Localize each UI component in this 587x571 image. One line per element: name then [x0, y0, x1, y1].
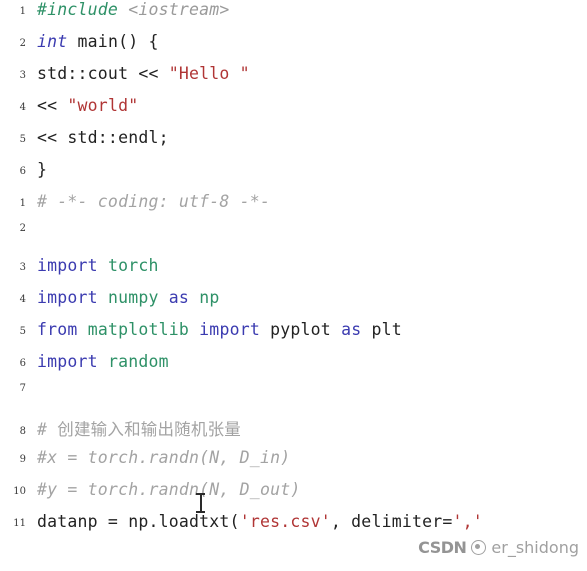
code-token: ','	[452, 512, 483, 531]
line-number: 4	[19, 102, 26, 113]
code-token: random	[107, 352, 169, 371]
line-number: 6	[19, 358, 26, 369]
line-number: 8	[19, 426, 26, 437]
code-token: }	[37, 160, 48, 179]
code-text: #include <iostream>	[37, 0, 230, 19]
code-line: 1 # -*- coding: utf-8 -*-	[0, 192, 587, 224]
code-line: 6}	[0, 160, 587, 192]
code-token: <<	[37, 96, 68, 115]
code-token: pyplot	[259, 320, 342, 339]
code-token: #include	[37, 0, 129, 19]
code-token: torch	[107, 256, 159, 275]
code-token: import	[37, 256, 98, 275]
code-text: #x = torch.randn(N, D_in)	[37, 448, 290, 467]
code-token: as	[341, 320, 362, 339]
code-line: 3 import torch	[0, 256, 587, 288]
code-listing-page: 1 #include <iostream>2 int main() {3 std::c…	[0, 0, 587, 571]
code-line: 11 datanp = np.loadtxt('res.csv', delimit…	[0, 512, 587, 544]
python-code-listing: 1 # -*- coding: utf-8 -*- 2 3 import torch 4 i…	[0, 192, 587, 544]
line-number: 2	[19, 223, 26, 234]
code-text: # -*- coding: utf-8 -*-	[37, 192, 270, 211]
cpp-code-listing: 1 #include <iostream>2 int main() {3 std::c…	[0, 0, 587, 192]
code-token: 创建输入和输出随机张量	[57, 420, 241, 439]
line-number: 2	[19, 38, 26, 49]
line-number: 3	[19, 262, 26, 273]
code-text: # 创建输入和输出随机张量	[37, 416, 241, 440]
code-text: from matplotlib import pyplot as plt	[37, 320, 402, 339]
line-number: 11	[13, 518, 26, 529]
code-line: 4 import numpy as np	[0, 288, 587, 320]
code-line: 6 import random	[0, 352, 587, 384]
code-line: 2	[0, 223, 587, 256]
code-line: 3 std::cout << "Hello "	[0, 64, 587, 96]
code-text: import torch	[37, 256, 159, 275]
code-token: from	[37, 320, 78, 339]
code-line: 7	[0, 383, 587, 416]
code-text: import numpy as np	[37, 288, 219, 307]
line-number: 3	[19, 70, 26, 81]
code-token: << std::endl;	[37, 128, 169, 147]
code-token: datanp = np.loadtxt(	[37, 512, 240, 531]
code-text: std::cout << "Hello "	[37, 64, 250, 83]
code-line: 1 #include <iostream>	[0, 0, 587, 32]
line-number: 1	[19, 6, 26, 17]
code-token: plt	[361, 320, 402, 339]
code-token: as	[168, 288, 190, 307]
code-token: #y = torch.randn(N, D_out)	[37, 480, 301, 499]
code-token: <iostream>	[128, 0, 230, 19]
code-token: 'res.csv'	[239, 512, 331, 531]
line-number: 5	[19, 326, 26, 337]
code-text: #y = torch.randn(N, D_out)	[37, 480, 300, 499]
code-token: matplotlib	[87, 320, 190, 339]
code-token: std::cout <<	[37, 64, 169, 83]
code-token: , delimiter=	[330, 512, 453, 531]
code-token: #	[37, 420, 58, 439]
code-token: np	[199, 288, 220, 307]
code-text: int main() {	[37, 32, 159, 51]
line-number: 6	[19, 166, 26, 177]
code-token: # -*- coding: utf-8 -*-	[37, 192, 271, 211]
line-number: 10	[13, 486, 26, 497]
line-number: 7	[19, 383, 26, 394]
code-token: numpy	[107, 288, 159, 307]
code-token: int	[37, 32, 68, 51]
code-token: main() {	[67, 32, 159, 51]
line-number: 9	[19, 454, 26, 465]
code-token: "world"	[67, 96, 139, 115]
line-number: 1	[19, 198, 26, 209]
code-text: }	[37, 160, 47, 179]
code-token: #x = torch.randn(N, D_in)	[37, 448, 291, 467]
code-token: import	[37, 352, 98, 371]
code-line: 4 << "world"	[0, 96, 587, 128]
code-token: import	[199, 320, 260, 339]
code-line: 9 #x = torch.randn(N, D_in)	[0, 448, 587, 480]
code-line: 10 #y = torch.randn(N, D_out)	[0, 480, 587, 512]
code-line: 5 from matplotlib import pyplot as plt	[0, 320, 587, 352]
line-number: 5	[19, 134, 26, 145]
line-number: 4	[19, 294, 26, 305]
code-text: datanp = np.loadtxt('res.csv', delimiter…	[37, 512, 483, 531]
code-text: << "world"	[37, 96, 138, 115]
code-token: import	[37, 288, 98, 307]
code-token: "Hello "	[168, 64, 250, 83]
code-text: import random	[37, 352, 169, 371]
code-line: 2 int main() {	[0, 32, 587, 64]
code-line: 5 << std::endl;	[0, 128, 587, 160]
code-line: 8 # 创建输入和输出随机张量	[0, 416, 587, 448]
code-text: << std::endl;	[37, 128, 169, 147]
